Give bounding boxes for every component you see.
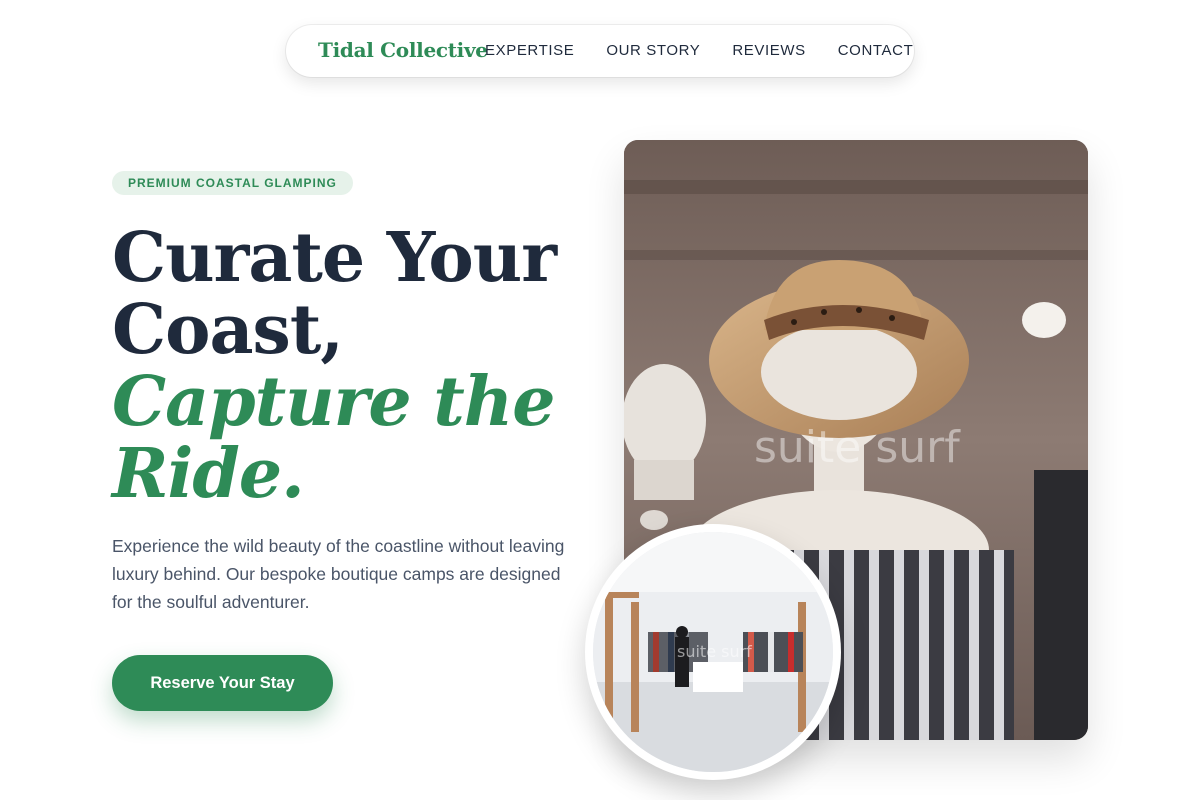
inset-watermark: suite surf xyxy=(677,642,752,661)
headline-line-1: Curate Your xyxy=(112,218,557,298)
nav-links: EXPERTISE OUR STORY REVIEWS CONTACT xyxy=(485,42,945,59)
reserve-stay-button[interactable]: Reserve Your Stay xyxy=(112,655,333,711)
headline-line-2: Coast, xyxy=(112,290,344,370)
nav-link-reviews[interactable]: REVIEWS xyxy=(732,42,805,59)
headline-accent-line-1: Capture the xyxy=(112,362,555,442)
brand-logo[interactable]: Tidal Collective xyxy=(318,38,488,62)
image-watermark: suite surf xyxy=(754,422,960,473)
nav-link-expertise[interactable]: EXPERTISE xyxy=(485,42,574,59)
hero-headline: Curate Your Coast, Capture the Ride. xyxy=(112,222,592,510)
top-nav: Tidal Collective EXPERTISE OUR STORY REV… xyxy=(286,25,914,77)
nav-link-our-story[interactable]: OUR STORY xyxy=(606,42,700,59)
inset-image-store: suite surf xyxy=(585,524,841,780)
store-interior-photo: suite surf xyxy=(593,532,833,772)
hero-description: Experience the wild beauty of the coastl… xyxy=(112,536,565,612)
hero-badge: PREMIUM COASTAL GLAMPING xyxy=(112,171,353,195)
nav-link-contact[interactable]: CONTACT xyxy=(838,42,914,59)
headline-accent-line-2: Ride. xyxy=(112,434,305,514)
